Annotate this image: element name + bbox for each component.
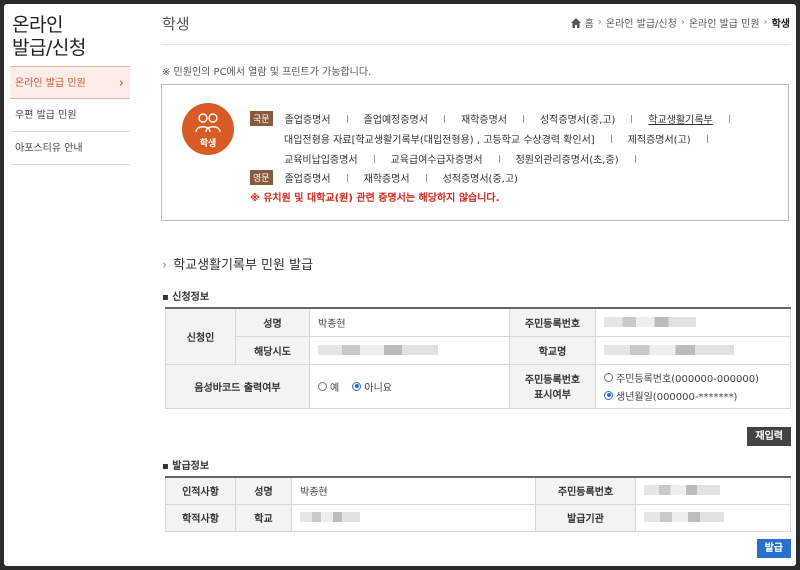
name-value: 박종현	[309, 307, 510, 337]
badge-label: 학생	[199, 139, 217, 149]
kindergarten-warning: ※ 유치원 및 대학교(원) 관련 증명서는 해당하지 않습니다.	[250, 193, 500, 204]
barcode-label: 음성바코드 출력여부	[165, 363, 310, 409]
sidebar-item-apostille[interactable]: 아포스티유 안내	[10, 132, 130, 165]
issue-rrn-value	[635, 476, 791, 505]
cert-link[interactable]: 교육비납입증명서	[284, 151, 358, 166]
issue-info-table: 인적사항 성명 박종현 주민등록번호 학적사항 학교 발급기관	[165, 476, 791, 532]
breadcrumb-online-apply[interactable]: 온라인 발급/신청	[606, 15, 677, 30]
issue-info-title: ▪ 발급정보	[162, 461, 210, 472]
breadcrumb-separator-icon: ›	[680, 17, 685, 28]
masked-issuer	[644, 512, 724, 522]
section-title: › 학교생활기록부 민원 발급	[162, 258, 314, 273]
korean-tag: 국문	[250, 111, 273, 126]
issue-school-value	[291, 503, 536, 532]
school-value	[595, 335, 791, 365]
masked-school	[604, 344, 734, 355]
browser-frame: 온라인 발급/신청 온라인 발급 민원 › 우편 발급 민원 아포스티유 안내 …	[4, 4, 796, 566]
cert-link[interactable]: 교육급여수급자증명서	[391, 151, 483, 166]
application-info-table: 신청인 성명 박종현 주민등록번호 해당시도 학교명 음성바코드 출력여부 예 …	[165, 307, 791, 409]
region-label: 해당시도	[235, 335, 310, 365]
region-value	[309, 335, 510, 365]
rrn-display-label: 주민등록번호 표시여부	[509, 363, 596, 409]
issue-school-label: 학교	[235, 503, 292, 532]
cert-link[interactable]: 졸업증명서	[285, 170, 331, 185]
cert-link-school-record[interactable]: 학교생활기록부	[648, 111, 712, 126]
barcode-yes-radio[interactable]: 예	[318, 379, 339, 394]
korean-cert-row-1: 국문 졸업증명서 졸업예정증명서 재학증명서 성적증명서(중,고) 학교생활기록…	[250, 111, 746, 126]
rrn-display-options: 주민등록번호(000000-000000) 생년월일(000000-******…	[595, 363, 791, 409]
sidebar-item-online-issue[interactable]: 온라인 발급 민원 ›	[10, 66, 130, 99]
issue-rrn-label: 주민등록번호	[535, 476, 636, 505]
name-label: 성명	[235, 307, 310, 337]
korean-cert-row-2: 대입전형용 자료[학교생활기록부(대입전형용) , 고등학교 수상경력 확인서]…	[284, 131, 724, 146]
sidebar-title: 온라인 발급/신청	[12, 14, 86, 59]
school-record-label: 학적사항	[165, 503, 236, 532]
issuer-value	[635, 503, 791, 532]
school-label: 학교명	[509, 335, 596, 365]
rrn-full-radio[interactable]: 주민등록번호(000000-000000)	[604, 370, 759, 385]
students-icon	[195, 113, 221, 133]
applicant-label: 신청인	[165, 307, 236, 365]
issue-name-value: 박종현	[291, 476, 536, 505]
cert-link[interactable]: 성적증명서(중,고)	[443, 170, 518, 185]
masked-rrn	[604, 316, 696, 327]
chevron-right-icon: ›	[162, 258, 168, 273]
rrn-label: 주민등록번호	[509, 307, 596, 337]
pc-notice: ※ 민원인의 PC에서 열람 및 프린트가 가능합니다.	[162, 67, 372, 78]
issuer-label: 발급기관	[535, 503, 636, 532]
application-info-title: ▪ 신청정보	[162, 292, 210, 303]
cert-link[interactable]: 제적증명서(고)	[628, 131, 691, 146]
cert-link[interactable]: 졸업예정증명서	[364, 111, 428, 126]
breadcrumb-current: 학생	[771, 19, 790, 30]
masked-region	[318, 344, 438, 355]
korean-cert-row-3: 교육비납입증명서 교육급여수급자증명서 정원외관리증명서(초,중)	[284, 151, 652, 166]
rrn-birth-radio[interactable]: 생년월일(000000-*******)	[604, 388, 737, 403]
issue-button[interactable]: 발급	[756, 539, 791, 558]
barcode-no-radio[interactable]: 아니요	[352, 379, 392, 394]
reinput-button[interactable]: 재입력	[747, 427, 791, 446]
header-divider	[162, 44, 790, 45]
personal-label: 인적사항	[165, 476, 236, 505]
breadcrumb-separator-icon: ›	[763, 17, 768, 28]
issue-name-label: 성명	[235, 476, 292, 505]
breadcrumb-home[interactable]: 홈	[585, 15, 594, 30]
certificate-list-box: 학생 국문 졸업증명서 졸업예정증명서 재학증명서 성적증명서(중,고) 학교생…	[161, 84, 789, 221]
rrn-value	[595, 307, 791, 337]
chevron-right-icon: ›	[118, 76, 124, 91]
cert-link[interactable]: 성적증명서(중,고)	[540, 111, 615, 126]
home-icon[interactable]	[570, 17, 581, 28]
breadcrumb-separator-icon: ›	[597, 17, 602, 28]
cert-link[interactable]: 대입전형용 자료[학교생활기록부(대입전형용) , 고등학교 수상경력 확인서]	[284, 131, 595, 146]
sidebar-menu: 온라인 발급 민원 › 우편 발급 민원 아포스티유 안내	[10, 66, 130, 165]
barcode-options: 예 아니요	[309, 363, 510, 409]
english-cert-row: 영문 졸업증명서 재학증명서 성적증명서(중,고)	[250, 170, 518, 185]
cert-link[interactable]: 재학증명서	[364, 170, 410, 185]
masked-school	[300, 512, 360, 522]
cert-link[interactable]: 졸업증명서	[285, 111, 331, 126]
english-tag: 영문	[250, 170, 273, 185]
sidebar: 온라인 발급/신청 온라인 발급 민원 › 우편 발급 민원 아포스티유 안내	[4, 4, 130, 566]
sidebar-item-mail-issue[interactable]: 우편 발급 민원	[10, 99, 130, 132]
masked-rrn	[644, 485, 720, 496]
cert-link[interactable]: 재학증명서	[461, 111, 507, 126]
page-title: 학생	[162, 15, 190, 33]
cert-link[interactable]: 정원외관리증명서(초,중)	[516, 151, 619, 166]
student-badge: 학생	[182, 103, 234, 155]
breadcrumb: 홈 › 온라인 발급/신청 › 온라인 발급 민원 › 학생	[570, 15, 790, 30]
breadcrumb-online-issue[interactable]: 온라인 발급 민원	[689, 15, 760, 30]
